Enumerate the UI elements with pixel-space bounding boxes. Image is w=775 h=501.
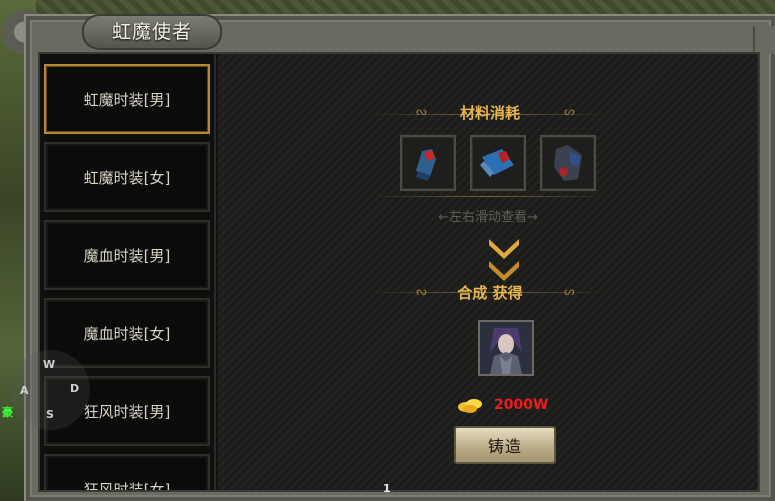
chevron-down-icon [489,239,519,259]
cost-value: 2000W [494,397,549,413]
result-slot[interactable] [478,320,534,376]
virtual-joystick[interactable]: W A S D [10,350,90,430]
joystick-key-s: S [46,408,54,421]
ornament-icon: ᔕ [564,284,575,298]
list-item-label: 狂风时装[男] [83,402,171,421]
window-title: 虹魔使者 [82,14,222,50]
forge-button[interactable]: 铸造 [454,426,556,464]
list-item-2[interactable]: 虹魔时装[女] [44,142,210,212]
map-label: 豪 [2,406,13,419]
joystick-key-w: W [43,358,56,371]
ornament-icon: ᔓ [416,284,427,298]
gold-ingot-icon [458,399,482,413]
material-slot[interactable] [470,135,526,191]
divider [368,196,608,197]
ornament-icon: ᔕ [564,104,575,118]
game-screen: 虹魔使者 虹魔时装[男] 虹魔时装[女] 魔血时装[男] 魔血时装[女] 狂风时… [0,0,775,501]
armor-dark-icon [554,145,582,181]
ornament-icon: ᔓ [416,104,427,118]
list-item-6[interactable]: 狂风时装[女] [44,454,210,490]
joystick-key-a: A [20,384,29,397]
gauntlet-red-icon [416,149,436,181]
joystick-key-d: D [70,382,80,395]
list-item-label: 魔血时装[男] [83,246,171,265]
list-item-3[interactable]: 魔血时装[男] [44,220,210,290]
list-item-label: 魔血时装[女] [83,324,171,343]
window-edge [753,26,775,54]
dialog-content: 虹魔时装[男] 虹魔时装[女] 魔血时装[男] 魔血时装[女] 狂风时装[男] … [38,52,760,492]
list-item-label: 虹魔时装[男] [83,90,171,109]
material-slot[interactable] [400,135,456,191]
materials-title: 材料消耗 [459,104,520,122]
chevron-down-icon [489,261,519,281]
list-item-label: 狂风时装[女] [83,480,171,491]
costume-portrait-icon [480,322,532,374]
list-item-1[interactable]: 虹魔时装[男] [44,64,210,134]
material-slot[interactable] [540,135,596,191]
bracer-blue-icon [480,149,514,177]
page-indicator: 1 [383,482,391,495]
result-title: 合成 获得 [457,284,523,302]
scroll-hint: ←左右滑动查看→ [438,210,538,225]
synthesis-panel: ᔓ ᔕ 材料消耗 ←左右滑动查看→ ᔓ ᔕ 合成 获得 2000W 铸造 [218,54,758,490]
list-item-label: 虹魔时装[女] [83,168,171,187]
